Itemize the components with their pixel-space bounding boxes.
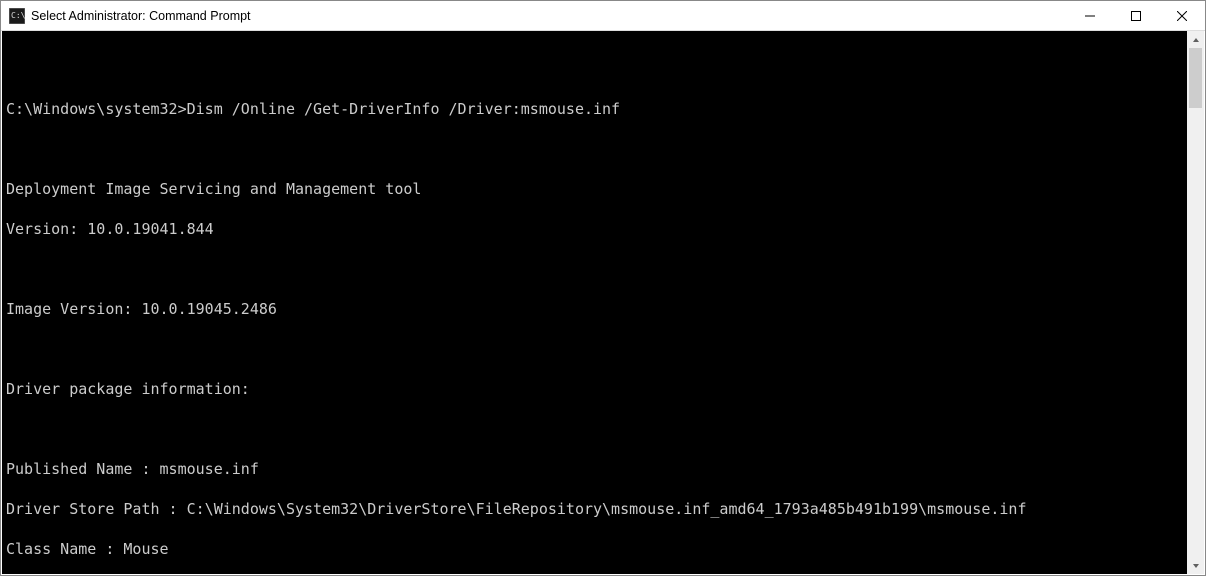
console-line <box>6 259 1187 279</box>
svg-text:C:\: C:\ <box>11 11 25 20</box>
console-line <box>6 139 1187 159</box>
console-line <box>6 419 1187 439</box>
console-line: Driver package information: <box>6 379 1187 399</box>
close-button[interactable] <box>1159 1 1205 31</box>
scroll-down-button[interactable] <box>1187 557 1204 574</box>
console-output[interactable]: C:\Windows\system32>Dism /Online /Get-Dr… <box>2 31 1187 574</box>
console-area: C:\Windows\system32>Dism /Online /Get-Dr… <box>2 31 1204 574</box>
maximize-button[interactable] <box>1113 1 1159 31</box>
console-line: Version: 10.0.19041.844 <box>6 219 1187 239</box>
titlebar[interactable]: C:\ Select Administrator: Command Prompt <box>1 1 1205 31</box>
command-prompt-window: C:\ Select Administrator: Command Prompt… <box>0 0 1206 576</box>
window-controls <box>1067 1 1205 31</box>
console-line: Deployment Image Servicing and Managemen… <box>6 179 1187 199</box>
console-line-prompt: C:\Windows\system32>Dism /Online /Get-Dr… <box>6 99 1187 119</box>
vertical-scrollbar[interactable] <box>1187 31 1204 574</box>
console-line: Published Name : msmouse.inf <box>6 459 1187 479</box>
console-line: Class Name : Mouse <box>6 539 1187 559</box>
console-line: Image Version: 10.0.19045.2486 <box>6 299 1187 319</box>
window-title: Select Administrator: Command Prompt <box>31 9 251 23</box>
console-line <box>6 59 1187 79</box>
minimize-button[interactable] <box>1067 1 1113 31</box>
console-line: Driver Store Path : C:\Windows\System32\… <box>6 499 1187 519</box>
scroll-up-button[interactable] <box>1187 31 1204 48</box>
console-line <box>6 339 1187 359</box>
app-icon: C:\ <box>9 8 25 24</box>
scroll-thumb[interactable] <box>1189 48 1202 108</box>
